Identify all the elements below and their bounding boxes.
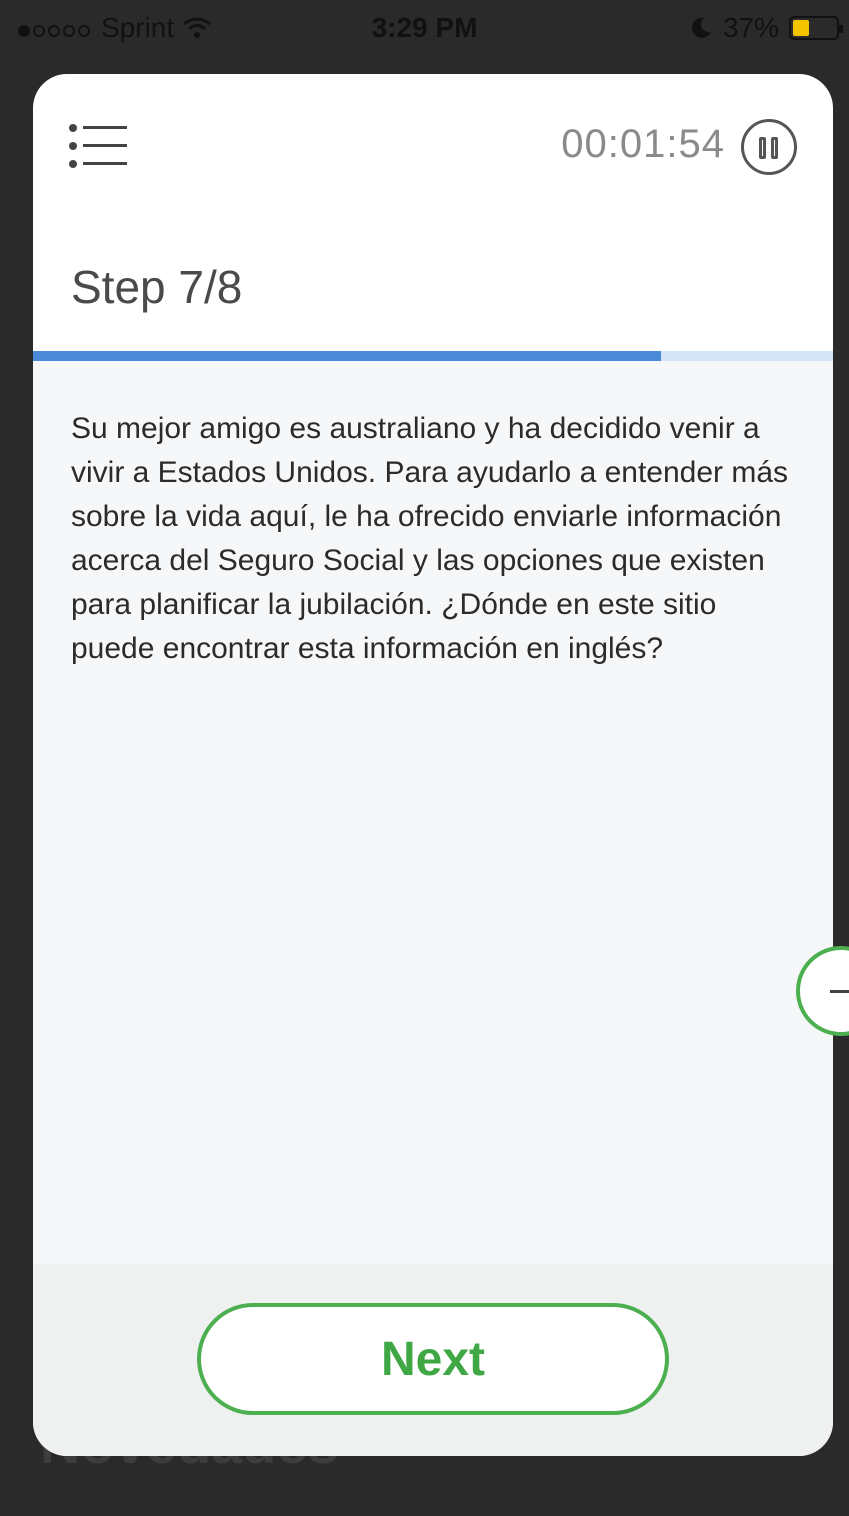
minus-icon bbox=[830, 990, 849, 993]
battery-group: 37% bbox=[689, 12, 843, 44]
status-bar: Sprint 3:29 PM 37% bbox=[0, 0, 849, 60]
next-button[interactable]: Next bbox=[197, 1303, 669, 1415]
pause-button[interactable] bbox=[741, 119, 797, 175]
task-card: 00:01:54 Step 7/8 Su mejor amigo es aust… bbox=[33, 74, 833, 1456]
battery-percent: 37% bbox=[722, 12, 779, 43]
menu-icon[interactable] bbox=[69, 122, 127, 170]
step-title: Step 7/8 bbox=[71, 261, 243, 313]
pause-icon bbox=[759, 137, 766, 159]
moon-icon bbox=[691, 17, 711, 38]
task-question: Su mejor amigo es australiano y ha decid… bbox=[71, 412, 789, 665]
task-body: Su mejor amigo es australiano y ha decid… bbox=[33, 361, 833, 1264]
progress-bar bbox=[33, 351, 833, 361]
task-timer: 00:01:54 bbox=[561, 122, 725, 166]
battery-icon bbox=[789, 16, 843, 40]
task-footer: Next bbox=[33, 1264, 833, 1456]
progress-fill bbox=[33, 351, 661, 361]
